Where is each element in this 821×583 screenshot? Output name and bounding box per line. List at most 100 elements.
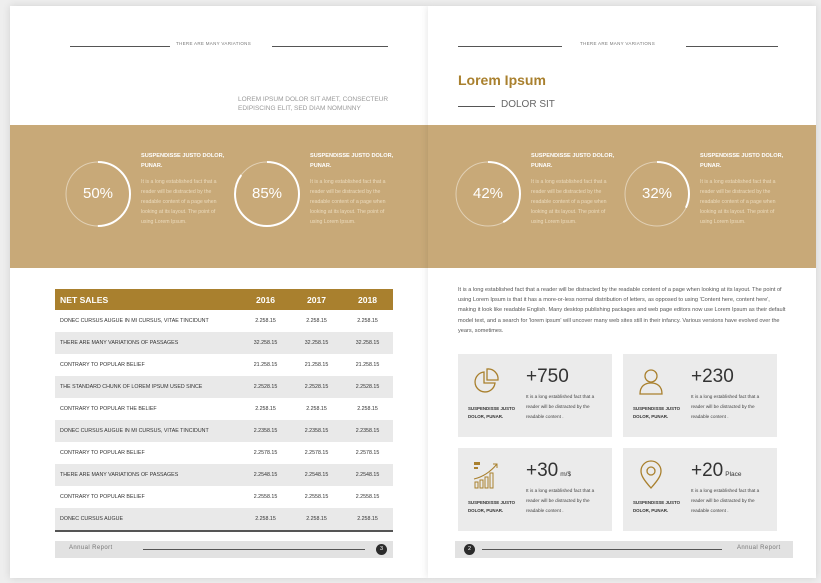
row-value: 2.258.15 — [255, 406, 276, 412]
row-value: 32.258.15 — [304, 340, 329, 346]
stat-percent: 32% — [641, 185, 673, 202]
card-number-value: +30 — [526, 460, 559, 481]
stat-block: 50% SUSPENDISSE JUSTO DOLOR, PUNAR. It i… — [63, 149, 233, 249]
row-label: CONTRARY TO POPULAR BELIEF — [60, 494, 145, 500]
card-number-value: +20 — [691, 460, 724, 481]
subtitle-text: DOLOR SIT — [501, 99, 555, 110]
stat-body: It is a long established fact that a rea… — [310, 179, 386, 225]
pie-chart-icon — [471, 366, 501, 396]
stats-band: 42% SUSPENDISSE JUSTO DOLOR, PUNAR. It i… — [428, 125, 816, 268]
stat-title: SUSPENDISSE JUSTO DOLOR, PUNAR. — [141, 153, 225, 169]
row-value: 2.2528.15 — [253, 384, 278, 390]
row-value: 2.258.15 — [306, 406, 327, 412]
row-value: 32.258.15 — [253, 340, 278, 346]
card-description: It is a long established fact that a rea… — [526, 488, 595, 513]
page-footer: Annual Report 3 — [55, 541, 393, 558]
row-label: CONTRARY TO POPULAR BELIEF — [60, 362, 145, 368]
intro-caption: LOREM IPSUM DOLOR SIT AMET, CONSECTEUR E… — [238, 96, 389, 112]
right-page: THERE ARE MANY VARIATIONS Lorem Ipsum DO… — [428, 6, 816, 578]
row-value: 2.2578.15 — [304, 450, 329, 456]
row-value: 2.258.15 — [357, 406, 378, 412]
user-icon — [636, 366, 666, 396]
page-number: 2 — [464, 544, 475, 555]
row-value: 2.2358.15 — [304, 428, 329, 434]
card-label: SUSPENDISSE JUSTO DOLOR, PUNAR. — [468, 406, 516, 419]
card-unit: m/$ — [560, 471, 572, 478]
net-sales-table: NET SALES 2016 2017 2018 DONEC CURSUS AU… — [55, 289, 393, 532]
row-value: 21.258.15 — [355, 362, 380, 368]
header-rule-left — [70, 46, 170, 47]
header-text: THERE ARE MANY VARIATIONS — [176, 41, 252, 46]
stat-block: 32% SUSPENDISSE JUSTO DOLOR, PUNAR. It i… — [622, 149, 792, 249]
stat-block: 85% SUSPENDISSE JUSTO DOLOR, PUNAR. It i… — [232, 149, 402, 249]
row-value: 2.258.15 — [255, 318, 276, 324]
body-paragraph: It is a long established fact that a rea… — [458, 287, 786, 334]
row-value: 2.2528.15 — [355, 384, 380, 390]
stat-title: SUSPENDISSE JUSTO DOLOR, PUNAR. — [700, 153, 784, 169]
stat-card: SUSPENDISSE JUSTO DOLOR, PUNAR. +20 Place… — [623, 448, 777, 531]
row-value: 21.258.15 — [304, 362, 329, 368]
page-number: 3 — [376, 544, 387, 555]
stat-title: SUSPENDISSE JUSTO DOLOR, PUNAR. — [531, 153, 615, 169]
row-label: THE STANDARD CHUNK OF LOREM IPSUM USED S… — [60, 384, 203, 390]
progress-ring: 42% — [453, 159, 523, 229]
row-value: 2.2558.15 — [304, 494, 329, 500]
row-value: 2.258.15 — [306, 318, 327, 324]
row-value: 2.258.15 — [306, 516, 327, 522]
left-page-header: THERE ARE MANY VARIATIONS — [70, 41, 390, 51]
table-header-cell: 2016 — [255, 294, 276, 305]
row-label: THERE ARE MANY VARIATIONS OF PASSAGES — [60, 472, 179, 478]
header-rule-right — [272, 46, 388, 47]
footer-label: Annual Report — [737, 545, 781, 551]
row-value: 2.2548.15 — [253, 472, 278, 478]
row-label: CONTRARY TO POPULAR THE BELIEF — [60, 406, 157, 412]
table-row: THERE ARE MANY VARIATIONS OF PASSAGES 2.… — [55, 464, 393, 486]
header-text: THERE ARE MANY VARIATIONS — [580, 41, 656, 46]
table-row: CONTRARY TO POPULAR BELIEF 2.2558.15 2.2… — [55, 486, 393, 508]
row-value: 21.258.15 — [253, 362, 278, 368]
table-header: NET SALES 2016 2017 2018 — [55, 289, 393, 310]
table-header-cell: NET SALES — [60, 294, 109, 305]
stat-card: SUSPENDISSE JUSTO DOLOR, PUNAR. +230 It … — [623, 354, 777, 437]
table-row: CONTRARY TO POPULAR BELIEF 2.2578.15 2.2… — [55, 442, 393, 464]
left-page: THERE ARE MANY VARIATIONS LOREM IPSUM DO… — [10, 6, 428, 578]
card-number: +230 — [691, 366, 734, 388]
progress-ring: 32% — [622, 159, 692, 229]
table-row: THE STANDARD CHUNK OF LOREM IPSUM USED S… — [55, 376, 393, 398]
row-value: 2.2558.15 — [355, 494, 380, 500]
page-footer: 2 Annual Report — [455, 541, 793, 558]
table-bottom-rule — [55, 530, 393, 532]
row-value: 2.2358.15 — [355, 428, 380, 434]
stat-card: SUSPENDISSE JUSTO DOLOR, PUNAR. +30 m/$ I… — [458, 448, 612, 531]
stat-body: It is a long established fact that a rea… — [700, 179, 776, 225]
card-description: It is a long established fact that a rea… — [526, 394, 595, 419]
stat-percent: 50% — [82, 185, 114, 202]
row-value: 2.2548.15 — [355, 472, 380, 478]
header-rule-left — [458, 46, 562, 47]
stat-body: It is a long established fact that a rea… — [531, 179, 607, 225]
card-number-value: +230 — [691, 366, 734, 387]
table-row: CONTRARY TO POPULAR THE BELIEF 2.258.15 … — [55, 398, 393, 420]
row-value: 2.258.15 — [357, 516, 378, 522]
row-label: THERE ARE MANY VARIATIONS OF PASSAGES — [60, 340, 179, 346]
row-value: 2.2528.15 — [304, 384, 329, 390]
table-row: DONEC CURSUS AUGUE 2.258.15 2.258.15 2.2… — [55, 508, 393, 530]
card-number: +30 m/$ — [526, 460, 571, 482]
right-page-header: THERE ARE MANY VARIATIONS — [458, 41, 788, 51]
bar-growth-icon — [471, 460, 501, 490]
row-label: DONEC CURSUS AUGUE IN MI CURSUS, VITAE T… — [60, 318, 209, 324]
row-value: 2.2558.15 — [253, 494, 278, 500]
footer-label: Annual Report — [69, 545, 113, 551]
row-label: DONEC CURSUS AUGUE — [60, 516, 123, 522]
table-row: DONEC CURSUS AUGUE IN MI CURSUS, VITAE T… — [55, 310, 393, 332]
stats-band: 50% SUSPENDISSE JUSTO DOLOR, PUNAR. It i… — [10, 125, 428, 268]
card-label: SUSPENDISSE JUSTO DOLOR, PUNAR. — [633, 406, 681, 419]
card-label: SUSPENDISSE JUSTO DOLOR, PUNAR. — [468, 500, 516, 513]
stat-percent: 85% — [251, 185, 283, 202]
footer-rule — [143, 549, 365, 550]
row-label: CONTRARY TO POPULAR BELIEF — [60, 450, 145, 456]
table-header-cell: 2017 — [306, 294, 327, 305]
stat-title: SUSPENDISSE JUSTO DOLOR, PUNAR. — [310, 153, 394, 169]
card-number: +750 — [526, 366, 569, 388]
row-value: 2.2578.15 — [253, 450, 278, 456]
